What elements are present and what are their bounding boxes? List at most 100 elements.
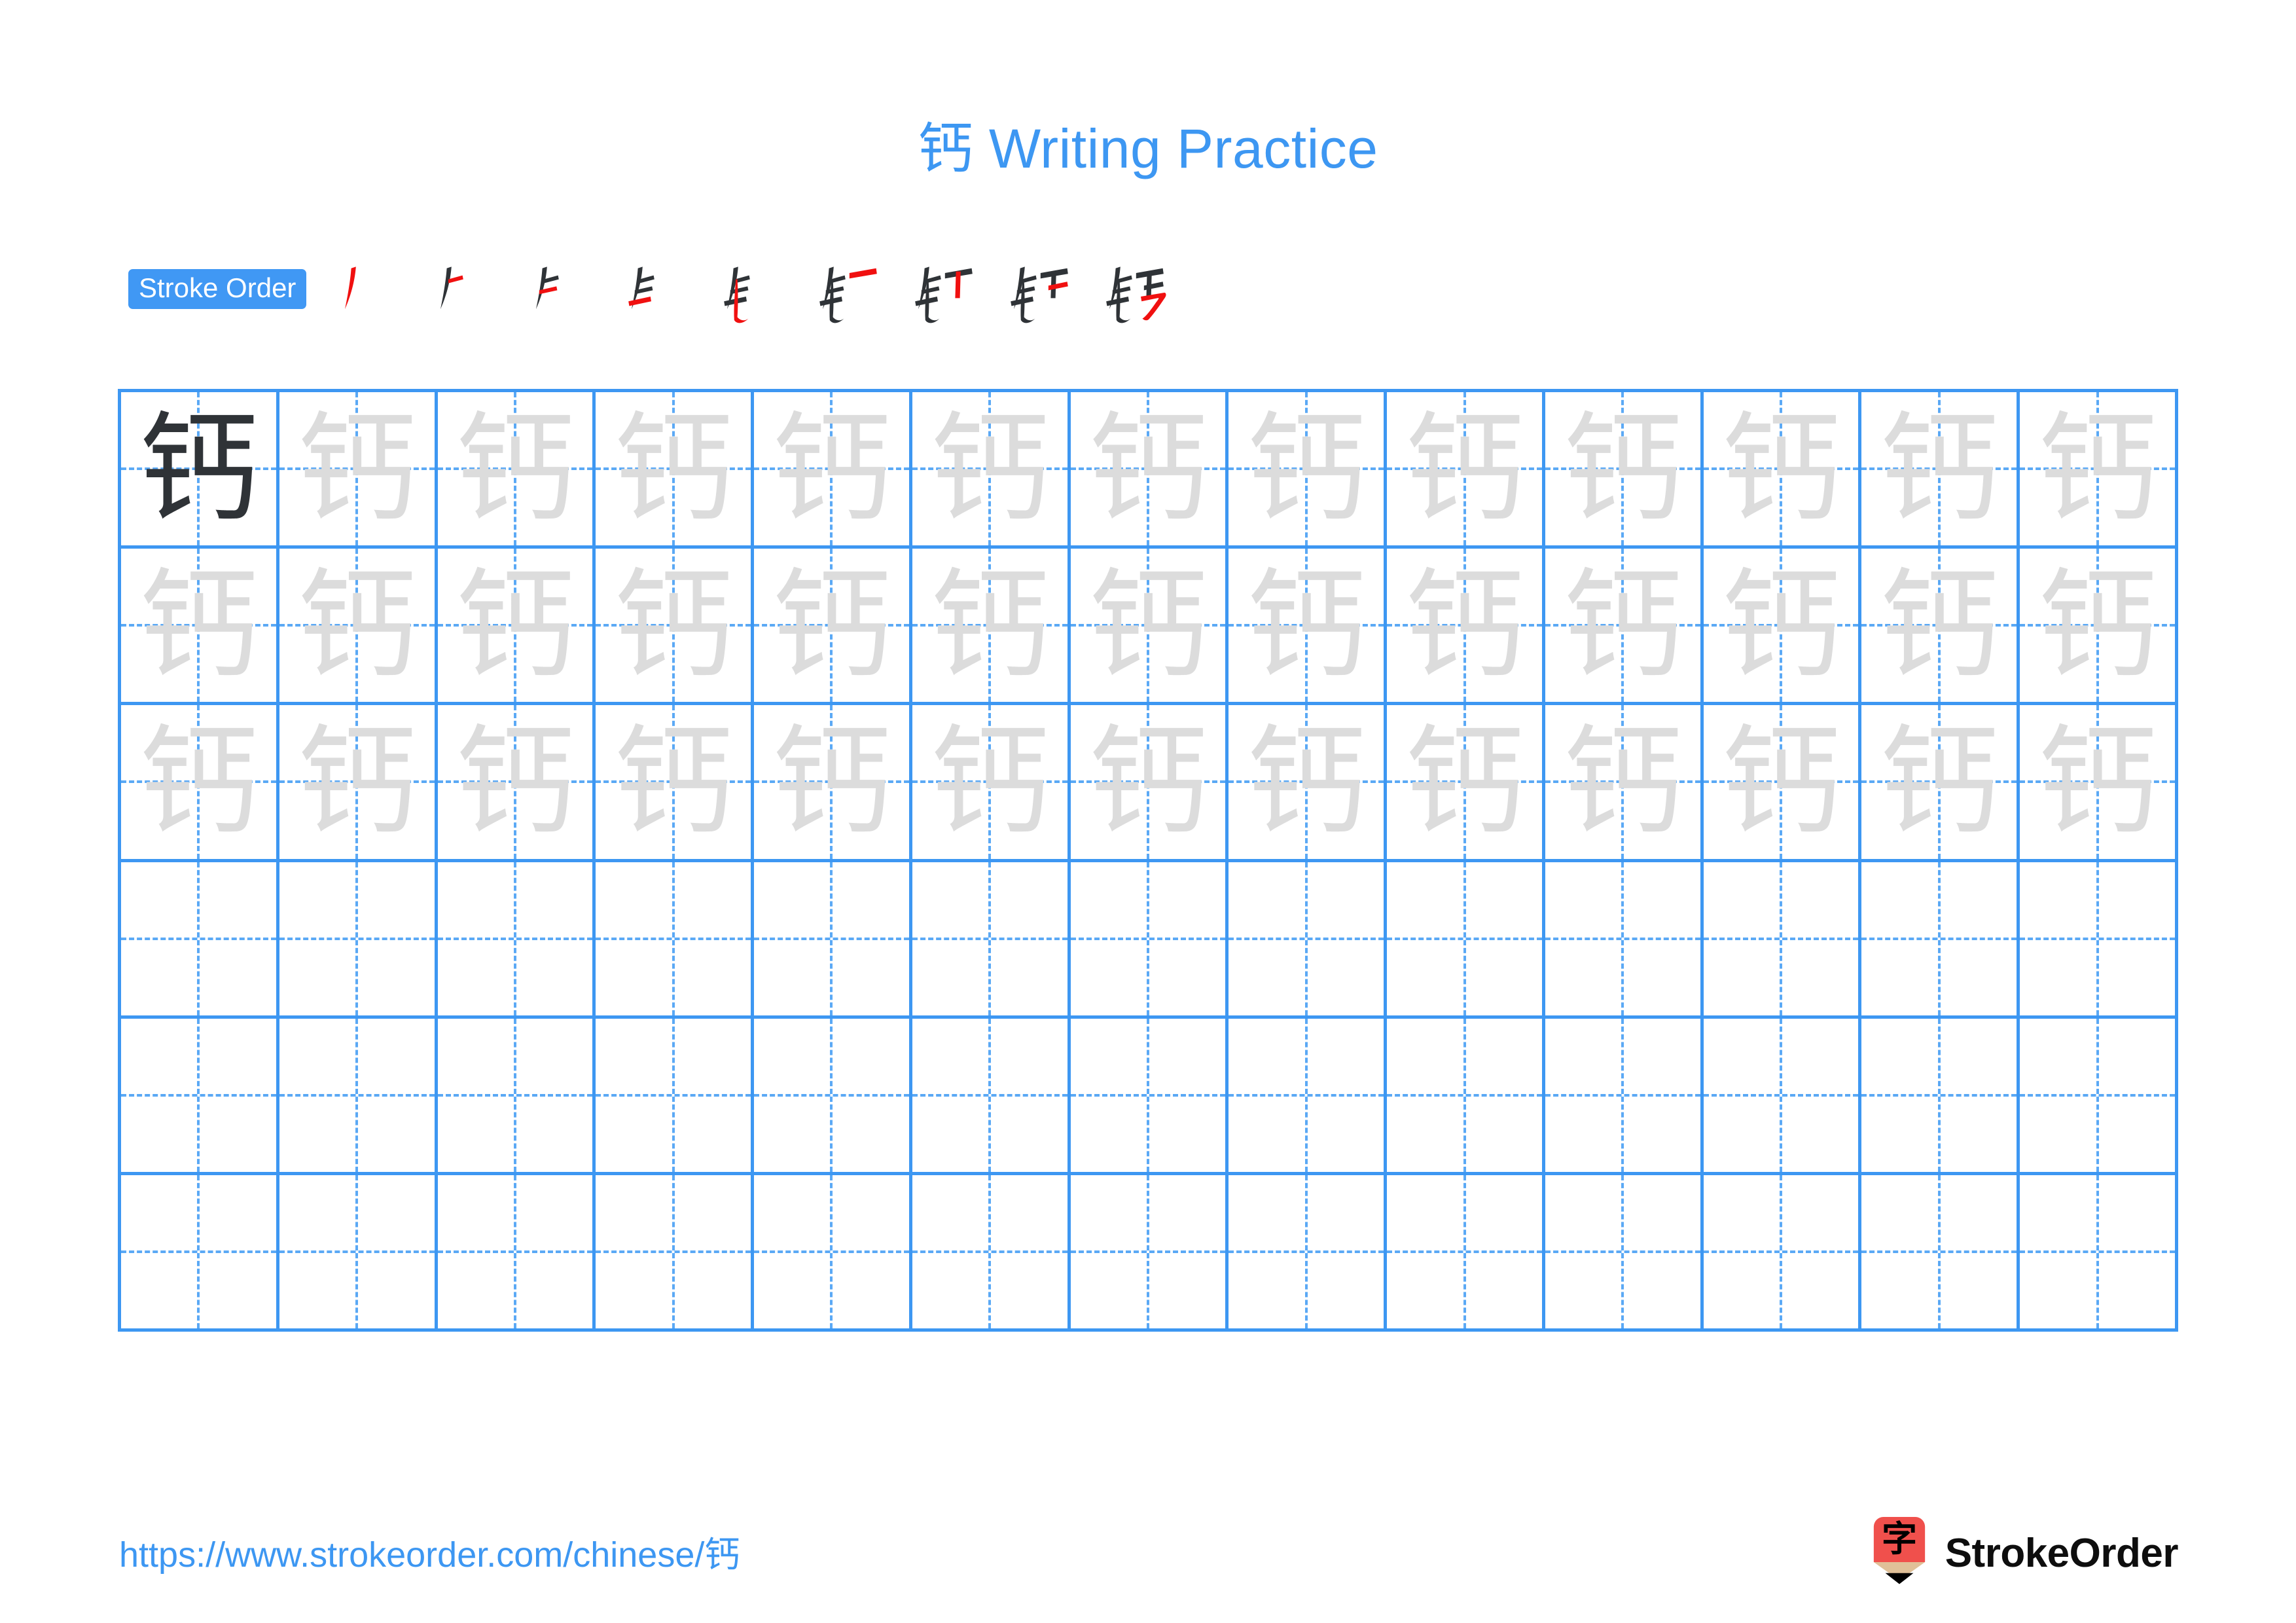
grid-cell-r6-c3[interactable] bbox=[437, 1175, 596, 1332]
grid-cell-r3-c4[interactable]: 钙 bbox=[596, 705, 755, 862]
grid-cell-r1-c2[interactable]: 钙 bbox=[279, 392, 438, 549]
grid-cell-r4-c9[interactable] bbox=[1387, 862, 1545, 1019]
grid-cell-r5-c3[interactable] bbox=[437, 1018, 596, 1175]
grid-cell-r3-c2[interactable]: 钙 bbox=[279, 705, 438, 862]
grid-cell-r4-c10[interactable] bbox=[1545, 862, 1704, 1019]
grid-cell-r3-c5[interactable]: 钙 bbox=[754, 705, 912, 862]
grid-cell-r5-c2[interactable] bbox=[279, 1018, 438, 1175]
grid-cell-r4-c13[interactable] bbox=[2020, 862, 2178, 1019]
trace-character: 钙 bbox=[2037, 556, 2157, 695]
trace-character: 钙 bbox=[1721, 556, 1841, 695]
grid-cell-r3-c8[interactable]: 钙 bbox=[1229, 705, 1388, 862]
trace-character: 钙 bbox=[2037, 399, 2157, 539]
trace-character: 钙 bbox=[2037, 712, 2157, 852]
grid-cell-r2-c8[interactable]: 钙 bbox=[1229, 549, 1388, 706]
grid-cell-r6-c10[interactable] bbox=[1545, 1175, 1704, 1332]
horizontal-guide-line bbox=[1703, 1093, 1859, 1097]
grid-cell-r3-c10[interactable]: 钙 bbox=[1545, 705, 1704, 862]
grid-cell-r3-c3[interactable]: 钙 bbox=[437, 705, 596, 862]
grid-cell-r3-c6[interactable]: 钙 bbox=[912, 705, 1071, 862]
page-title: 钙 Writing Practice bbox=[918, 118, 1378, 179]
grid-cell-r1-c6[interactable]: 钙 bbox=[912, 392, 1071, 549]
grid-row bbox=[121, 1018, 2178, 1175]
grid-cell-r2-c10[interactable]: 钙 bbox=[1545, 549, 1704, 706]
horizontal-guide-line bbox=[437, 1250, 593, 1253]
grid-cell-r3-c7[interactable]: 钙 bbox=[1070, 705, 1229, 862]
grid-cell-r4-c8[interactable] bbox=[1229, 862, 1388, 1019]
grid-cell-r5-c1[interactable] bbox=[121, 1018, 279, 1175]
grid-cell-r4-c6[interactable] bbox=[912, 862, 1071, 1019]
grid-cell-r1-c3[interactable]: 钙 bbox=[437, 392, 596, 549]
grid-cell-r5-c13[interactable] bbox=[2020, 1018, 2178, 1175]
grid-cell-r5-c11[interactable] bbox=[1703, 1018, 1862, 1175]
grid-cell-r5-c10[interactable] bbox=[1545, 1018, 1704, 1175]
grid-cell-r2-c5[interactable]: 钙 bbox=[754, 549, 912, 706]
grid-cell-r4-c7[interactable] bbox=[1070, 862, 1229, 1019]
grid-cell-r4-c11[interactable] bbox=[1703, 862, 1862, 1019]
stroke-path-7 bbox=[955, 271, 961, 299]
grid-cell-r5-c7[interactable] bbox=[1070, 1018, 1229, 1175]
grid-cell-r5-c9[interactable] bbox=[1387, 1018, 1545, 1175]
grid-cell-r2-c4[interactable]: 钙 bbox=[596, 549, 755, 706]
trace-character: 钙 bbox=[1088, 556, 1208, 695]
grid-cell-r1-c9[interactable]: 钙 bbox=[1387, 392, 1545, 549]
grid-cell-r5-c4[interactable] bbox=[596, 1018, 755, 1175]
grid-cell-r4-c2[interactable] bbox=[279, 862, 438, 1019]
grid-cell-r6-c13[interactable] bbox=[2020, 1175, 2178, 1332]
horizontal-guide-line bbox=[1070, 1093, 1226, 1097]
grid-cell-r2-c2[interactable]: 钙 bbox=[279, 549, 438, 706]
grid-cell-r2-c3[interactable]: 钙 bbox=[437, 549, 596, 706]
grid-cell-r6-c12[interactable] bbox=[1861, 1175, 2020, 1332]
grid-cell-r6-c11[interactable] bbox=[1703, 1175, 1862, 1332]
grid-cell-r2-c1[interactable]: 钙 bbox=[121, 549, 279, 706]
trace-character: 钙 bbox=[613, 712, 733, 852]
grid-cell-r2-c7[interactable]: 钙 bbox=[1070, 549, 1229, 706]
grid-cell-r1-c7[interactable]: 钙 bbox=[1070, 392, 1229, 549]
trace-character: 钙 bbox=[1246, 399, 1366, 539]
grid-cell-r4-c4[interactable] bbox=[596, 862, 755, 1019]
grid-cell-r2-c9[interactable]: 钙 bbox=[1387, 549, 1545, 706]
source-url[interactable]: https://www.strokeorder.com/chinese/钙 bbox=[119, 1525, 740, 1577]
grid-cell-r4-c12[interactable] bbox=[1861, 862, 2020, 1019]
grid-cell-r3-c13[interactable]: 钙 bbox=[2020, 705, 2178, 862]
grid-cell-r2-c13[interactable]: 钙 bbox=[2020, 549, 2178, 706]
grid-cell-r6-c9[interactable] bbox=[1387, 1175, 1545, 1332]
grid-cell-r6-c4[interactable] bbox=[596, 1175, 755, 1332]
grid-cell-r6-c7[interactable] bbox=[1070, 1175, 1229, 1332]
grid-cell-r1-c4[interactable]: 钙 bbox=[596, 392, 755, 549]
grid-cell-r1-c12[interactable]: 钙 bbox=[1861, 392, 2020, 549]
grid-cell-r1-c1[interactable]: 钙 bbox=[121, 392, 279, 549]
grid-cell-r1-c8[interactable]: 钙 bbox=[1229, 392, 1388, 549]
grid-cell-r5-c8[interactable] bbox=[1229, 1018, 1388, 1175]
grid-cell-r1-c10[interactable]: 钙 bbox=[1545, 392, 1704, 549]
grid-cell-r3-c12[interactable]: 钙 bbox=[1861, 705, 2020, 862]
grid-cell-r2-c12[interactable]: 钙 bbox=[1861, 549, 2020, 706]
grid-cell-r4-c5[interactable] bbox=[754, 862, 912, 1019]
grid-cell-r4-c3[interactable] bbox=[437, 862, 596, 1019]
grid-row bbox=[121, 1175, 2178, 1332]
trace-character: 钙 bbox=[1088, 399, 1208, 539]
horizontal-guide-line bbox=[2020, 937, 2175, 940]
grid-cell-r5-c6[interactable] bbox=[912, 1018, 1071, 1175]
stroke-step-6 bbox=[798, 249, 894, 328]
grid-cell-r3-c1[interactable]: 钙 bbox=[121, 705, 279, 862]
brand-name-label: StrokeOrder bbox=[1945, 1530, 2179, 1576]
grid-cell-r2-c6[interactable]: 钙 bbox=[912, 549, 1071, 706]
grid-cell-r5-c5[interactable] bbox=[754, 1018, 912, 1175]
grid-cell-r4-c1[interactable] bbox=[121, 862, 279, 1019]
grid-cell-r2-c11[interactable]: 钙 bbox=[1703, 549, 1862, 706]
grid-cell-r6-c8[interactable] bbox=[1229, 1175, 1388, 1332]
grid-cell-r3-c11[interactable]: 钙 bbox=[1703, 705, 1862, 862]
grid-cell-r5-c12[interactable] bbox=[1861, 1018, 2020, 1175]
grid-cell-r3-c9[interactable]: 钙 bbox=[1387, 705, 1545, 862]
grid-cell-r1-c11[interactable]: 钙 bbox=[1703, 392, 1862, 549]
horizontal-guide-line bbox=[1229, 937, 1384, 940]
grid-cell-r6-c1[interactable] bbox=[121, 1175, 279, 1332]
horizontal-guide-line bbox=[596, 1250, 751, 1253]
horizontal-guide-line bbox=[2020, 1250, 2175, 1253]
grid-cell-r1-c5[interactable]: 钙 bbox=[754, 392, 912, 549]
grid-cell-r6-c2[interactable] bbox=[279, 1175, 438, 1332]
grid-cell-r6-c6[interactable] bbox=[912, 1175, 1071, 1332]
grid-cell-r6-c5[interactable] bbox=[754, 1175, 912, 1332]
grid-cell-r1-c13[interactable]: 钙 bbox=[2020, 392, 2178, 549]
